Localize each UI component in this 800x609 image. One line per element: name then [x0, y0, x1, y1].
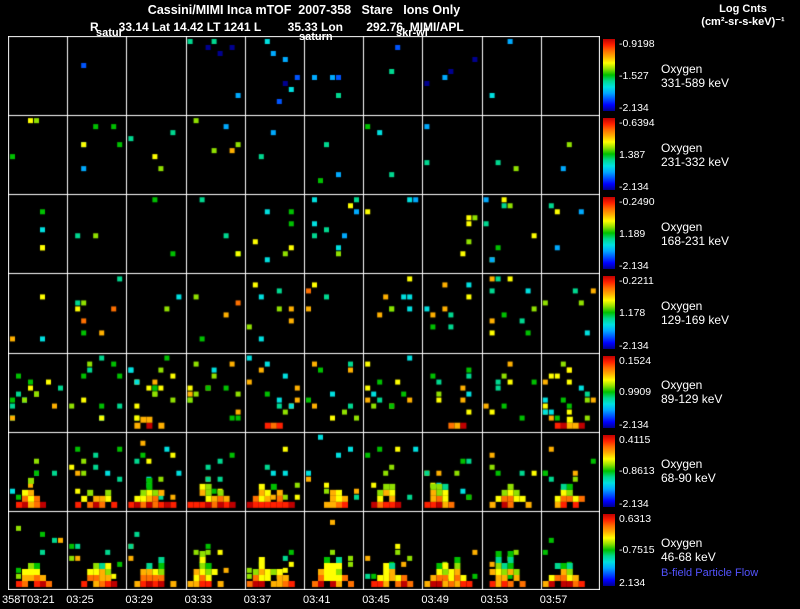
colorbar	[603, 39, 615, 112]
colorbar-tick-min: -2.134	[619, 497, 649, 510]
time-axis: 358T03:21 03:25 03:29 03:33 03:37 03:41 03:45 0…	[0, 594, 800, 608]
time-tick-label: 03:53	[480, 594, 509, 606]
energy-range-label: 129-169 keV	[661, 313, 730, 327]
colorbar-tick-max: 0.6313	[619, 512, 652, 525]
colorbar	[603, 513, 615, 586]
energy-range-label: 46-68 keV	[661, 550, 716, 565]
time-tick-label: 03:57	[539, 594, 568, 606]
species-label: Oxygen	[661, 219, 703, 234]
event-marker: satur	[96, 27, 123, 39]
energy-range-label: 331-589 keV	[661, 75, 730, 90]
event-marker: skr-wl	[396, 27, 428, 39]
time-tick-label: 03:33	[184, 594, 213, 606]
species-label: Oxygen	[661, 299, 703, 313]
colorbar-tick-min: -2.134	[619, 260, 649, 273]
cassini-mimi-screen: Cassini/MIMI Inca mTOF 2007-358 Stare Io…	[0, 0, 800, 609]
colorbar-tick-mid: 1.178	[619, 307, 646, 319]
colorbar-tick-min: -2.134	[619, 339, 649, 352]
colorbar-tick-mid: -1.527	[619, 69, 649, 82]
time-tick-label: 03:29	[125, 594, 153, 606]
colorbar-tick-min: 2.134	[619, 577, 646, 589]
event-marker: saturn	[299, 31, 333, 43]
colorbar-tick-min: -2.134	[619, 102, 649, 115]
panel-energy-label: Oxygen 331-589 keV	[661, 62, 729, 90]
energy-range-label: 89-129 keV	[661, 392, 723, 407]
colorbar-tick-mid: 0.9909	[619, 386, 652, 399]
panel-energy-label: Oxygen 89-129 keV	[661, 378, 722, 406]
colorbar-tick-max: -0.2211	[619, 275, 654, 288]
log-cnts-units: (cm²-sr-s-keV)⁻¹	[701, 16, 785, 28]
colorbar-tick-max: -0.9198	[619, 38, 655, 50]
colorbar	[603, 118, 615, 191]
colorbar	[603, 355, 615, 428]
species-label: Oxygen	[661, 378, 703, 393]
species-label: Oxygen	[661, 536, 703, 551]
colorbar-tick-mid: -0.7515	[619, 544, 655, 557]
time-tick-label: 03:41	[303, 594, 331, 606]
time-tick-label: 03:45	[362, 594, 390, 606]
colorbar	[603, 197, 615, 270]
spectrogram-canvas	[8, 36, 600, 590]
colorbar-tick-mid: 1.189	[619, 227, 646, 240]
panel-energy-label: Oxygen 68-90 keV	[661, 457, 716, 485]
energy-range-label: 168-231 keV	[661, 233, 730, 248]
panel-energy-label: Oxygen 168-231 keV	[661, 220, 729, 248]
colorbar-tick-max: -0.2490	[619, 196, 655, 209]
colorbar-tick-min: -2.134	[619, 181, 649, 194]
panel-energy-label: Oxygen 129-169 keV	[661, 299, 729, 327]
colorbar-units-block: Log Cnts (cm²-sr-s-keV)⁻¹	[688, 3, 798, 29]
species-label: Oxygen	[661, 140, 703, 155]
colorbar-tick-max: 0.1524	[619, 354, 652, 367]
colorbar-tick-mid: -0.8613	[619, 465, 655, 478]
panel-energy-label: Oxygen 46-68 keV	[661, 536, 716, 564]
energy-range-label: 231-332 keV	[661, 154, 730, 169]
species-label: Oxygen	[661, 61, 703, 76]
time-tick-label: 03:49	[421, 594, 449, 606]
colorbar-tick-min: -2.134	[619, 418, 649, 431]
bfield-particle-flow-label: B-field Particle Flow	[661, 567, 759, 579]
colorbar	[603, 434, 615, 507]
panel-energy-label: Oxygen 231-332 keV	[661, 141, 729, 169]
species-label: Oxygen	[661, 457, 703, 472]
colorbar	[603, 276, 615, 349]
log-cnts-label: Log Cnts	[719, 3, 767, 15]
colorbar-tick-max: -0.6394	[619, 117, 655, 130]
colorbar-tick-mid: 1.387	[619, 148, 646, 161]
time-tick-label: 03:25	[66, 594, 94, 606]
plot-title: Cassini/MIMI Inca mTOF 2007-358 Stare Io…	[147, 3, 461, 17]
time-tick-label: 358T03:21	[2, 594, 55, 606]
energy-range-label: 68-90 keV	[661, 471, 716, 486]
time-tick-label: 03:37	[243, 594, 272, 606]
colorbar-tick-max: 0.4115	[619, 433, 651, 446]
